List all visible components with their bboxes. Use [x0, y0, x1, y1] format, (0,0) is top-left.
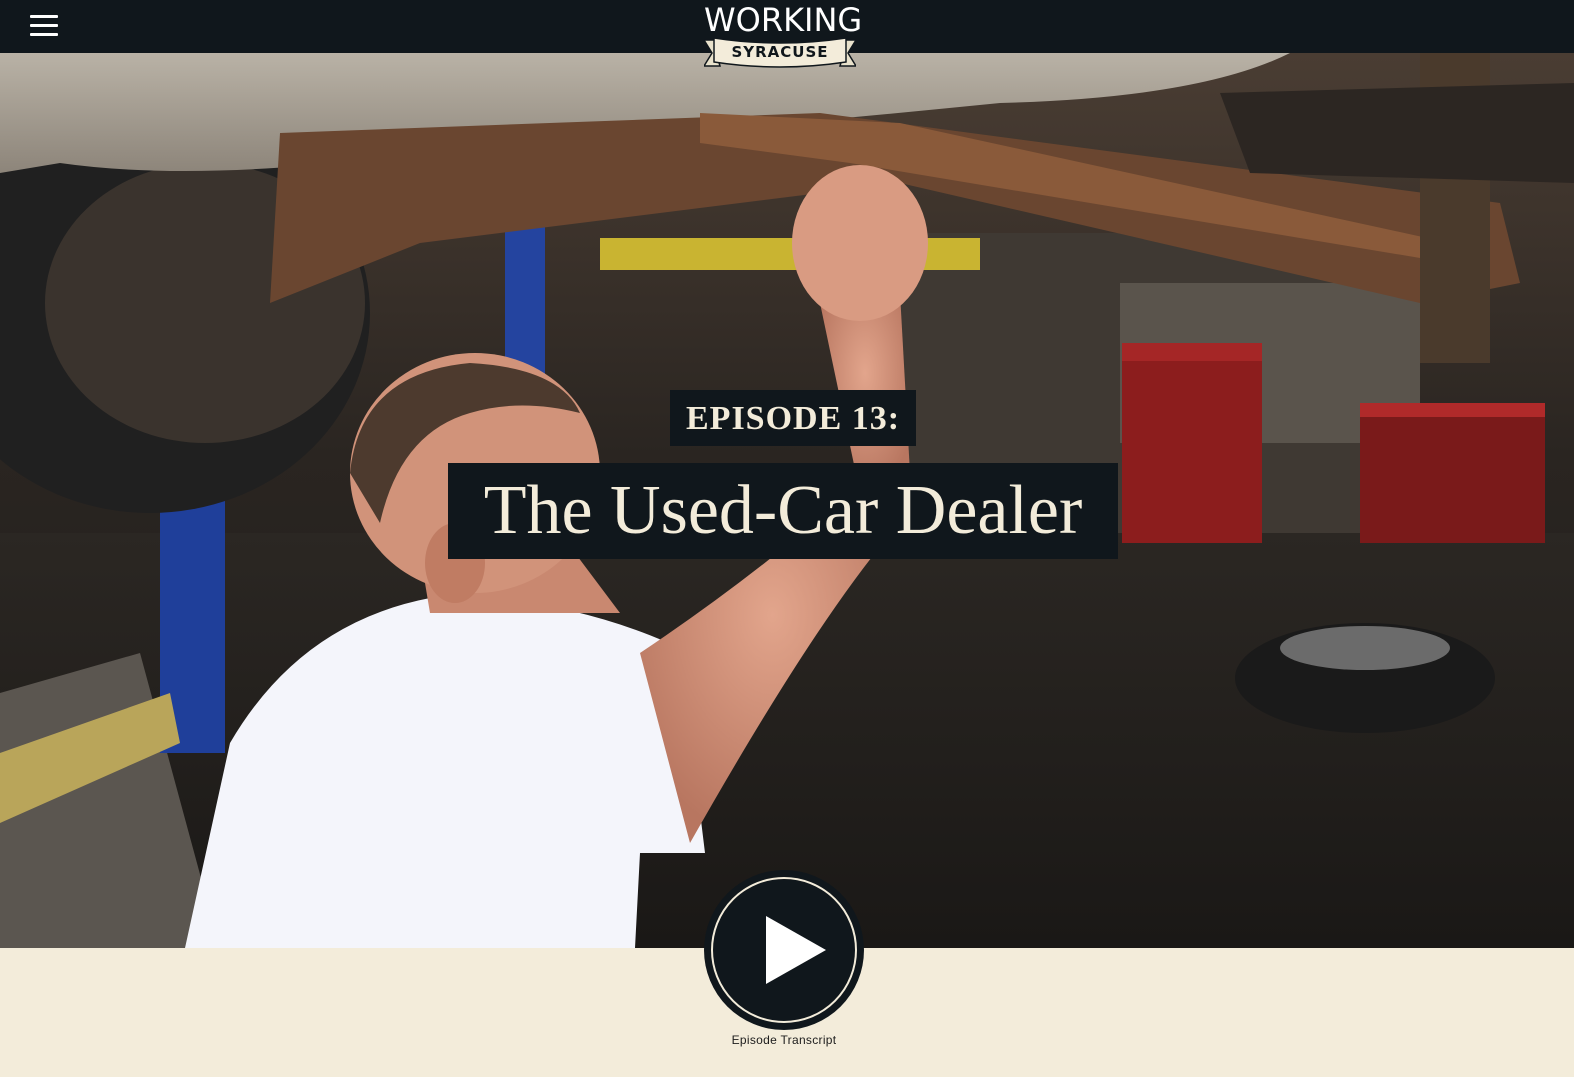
play-button[interactable] — [704, 870, 864, 1030]
episode-transcript-link[interactable]: Episode Transcript — [684, 1033, 884, 1047]
menu-line — [30, 15, 58, 18]
episode-number-label: EPISODE 13: — [670, 390, 917, 446]
menu-line — [30, 24, 58, 27]
logo-subtitle: SYRACUSE — [731, 43, 829, 61]
episode-title: The Used-Car Dealer — [448, 463, 1118, 559]
site-logo[interactable]: WORKING SYRACUSE — [704, 0, 862, 76]
page: WORKING SYRACUSE EPISODE 13: The Used-Ca… — [0, 0, 1574, 1077]
play-icon — [766, 916, 826, 984]
menu-line — [30, 33, 58, 36]
hamburger-menu-icon[interactable] — [26, 11, 62, 41]
